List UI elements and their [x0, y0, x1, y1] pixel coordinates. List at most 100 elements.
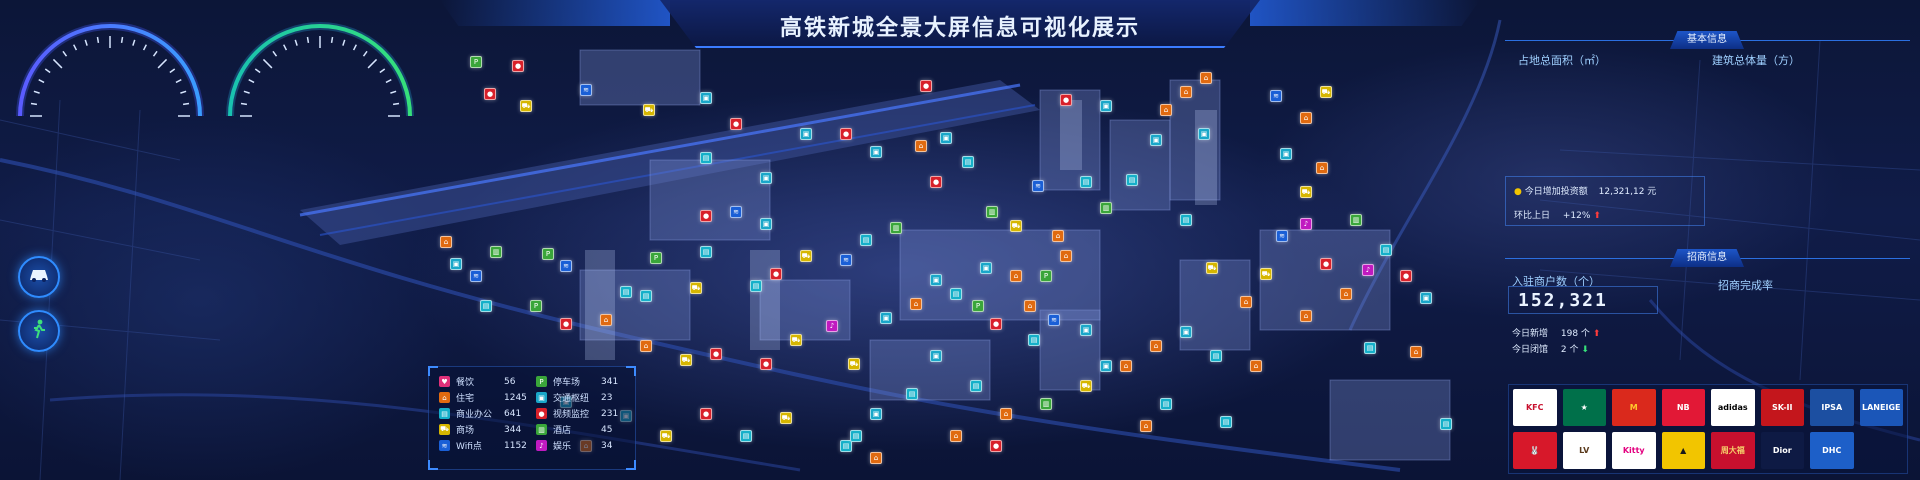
camera-map-marker[interactable]: ●: [930, 176, 942, 188]
mall-map-marker[interactable]: ⛟: [800, 250, 812, 262]
mall-map-marker[interactable]: ⛟: [1260, 268, 1272, 280]
house-map-marker[interactable]: ⌂: [600, 314, 612, 326]
transit-map-marker[interactable]: ▣: [880, 312, 892, 324]
camera-map-marker[interactable]: ●: [484, 88, 496, 100]
wifi-map-marker[interactable]: ≋: [1048, 314, 1060, 326]
wifi-map-marker[interactable]: ≋: [1276, 230, 1288, 242]
camera-map-marker[interactable]: ●: [920, 80, 932, 92]
office-map-marker[interactable]: ▤: [962, 156, 974, 168]
wifi-map-marker[interactable]: ≋: [1032, 180, 1044, 192]
office-map-marker[interactable]: ▤: [750, 280, 762, 292]
house-map-marker[interactable]: ⌂: [1160, 104, 1172, 116]
hotel-map-marker[interactable]: ▥: [986, 206, 998, 218]
music-map-marker[interactable]: ♪: [1362, 264, 1374, 276]
camera-map-marker[interactable]: ●: [990, 318, 1002, 330]
music-map-marker[interactable]: ♪: [1300, 218, 1312, 230]
transit-map-marker[interactable]: ▣: [450, 258, 462, 270]
parking-map-marker[interactable]: P: [530, 300, 542, 312]
camera-map-marker[interactable]: ●: [710, 348, 722, 360]
parking-map-marker[interactable]: P: [470, 56, 482, 68]
office-map-marker[interactable]: ▤: [906, 388, 918, 400]
house-map-marker[interactable]: ⌂: [1060, 250, 1072, 262]
mall-map-marker[interactable]: ⛟: [1320, 86, 1332, 98]
house-map-marker[interactable]: ⌂: [1240, 296, 1252, 308]
house-map-marker[interactable]: ⌂: [1150, 340, 1162, 352]
wifi-map-marker[interactable]: ≋: [840, 254, 852, 266]
office-map-marker[interactable]: ▤: [620, 286, 632, 298]
transit-map-marker[interactable]: ▣: [1198, 128, 1210, 140]
office-map-marker[interactable]: ▤: [1180, 214, 1192, 226]
office-map-marker[interactable]: ▤: [480, 300, 492, 312]
office-map-marker[interactable]: ▤: [1080, 176, 1092, 188]
office-map-marker[interactable]: ▤: [1210, 350, 1222, 362]
house-map-marker[interactable]: ⌂: [1300, 310, 1312, 322]
house-map-marker[interactable]: ⌂: [1052, 230, 1064, 242]
camera-map-marker[interactable]: ●: [1320, 258, 1332, 270]
camera-map-marker[interactable]: ●: [770, 268, 782, 280]
mall-map-marker[interactable]: ⛟: [660, 430, 672, 442]
office-map-marker[interactable]: ▤: [1220, 416, 1232, 428]
wifi-map-marker[interactable]: ≋: [1270, 90, 1282, 102]
office-map-marker[interactable]: ▤: [970, 380, 982, 392]
camera-map-marker[interactable]: ●: [512, 60, 524, 72]
house-map-marker[interactable]: ⌂: [1180, 86, 1192, 98]
transit-map-marker[interactable]: ▣: [930, 274, 942, 286]
office-map-marker[interactable]: ▤: [1364, 342, 1376, 354]
office-map-marker[interactable]: ▤: [740, 430, 752, 442]
transit-map-marker[interactable]: ▣: [930, 350, 942, 362]
house-map-marker[interactable]: ⌂: [440, 236, 452, 248]
transit-map-marker[interactable]: ▣: [940, 132, 952, 144]
parking-map-marker[interactable]: P: [650, 252, 662, 264]
transit-map-marker[interactable]: ▣: [870, 146, 882, 158]
transit-map-marker[interactable]: ▣: [1280, 148, 1292, 160]
mall-map-marker[interactable]: ⛟: [680, 354, 692, 366]
house-map-marker[interactable]: ⌂: [915, 140, 927, 152]
house-map-marker[interactable]: ⌂: [1410, 346, 1422, 358]
transit-map-marker[interactable]: ▣: [700, 92, 712, 104]
camera-map-marker[interactable]: ●: [730, 118, 742, 130]
transit-map-marker[interactable]: ▣: [1080, 324, 1092, 336]
house-map-marker[interactable]: ⌂: [1200, 72, 1212, 84]
office-map-marker[interactable]: ▤: [1126, 174, 1138, 186]
house-map-marker[interactable]: ⌂: [1300, 112, 1312, 124]
transit-map-marker[interactable]: ▣: [870, 408, 882, 420]
office-map-marker[interactable]: ▤: [860, 234, 872, 246]
mall-map-marker[interactable]: ⛟: [520, 100, 532, 112]
transit-map-marker[interactable]: ▣: [980, 262, 992, 274]
camera-map-marker[interactable]: ●: [700, 210, 712, 222]
house-map-marker[interactable]: ⌂: [1000, 408, 1012, 420]
mall-map-marker[interactable]: ⛟: [790, 334, 802, 346]
wifi-map-marker[interactable]: ≋: [560, 260, 572, 272]
office-map-marker[interactable]: ▤: [950, 288, 962, 300]
transit-map-marker[interactable]: ▣: [1420, 292, 1432, 304]
mall-map-marker[interactable]: ⛟: [1300, 186, 1312, 198]
office-map-marker[interactable]: ▤: [1380, 244, 1392, 256]
transit-map-marker[interactable]: ▣: [760, 172, 772, 184]
house-map-marker[interactable]: ⌂: [1316, 162, 1328, 174]
office-map-marker[interactable]: ▤: [700, 152, 712, 164]
transit-map-marker[interactable]: ▣: [800, 128, 812, 140]
transit-map-marker[interactable]: ▣: [1100, 100, 1112, 112]
transit-map-marker[interactable]: ▣: [1150, 134, 1162, 146]
hotel-map-marker[interactable]: ▥: [1350, 214, 1362, 226]
hotel-map-marker[interactable]: ▥: [890, 222, 902, 234]
mall-map-marker[interactable]: ⛟: [1206, 262, 1218, 274]
hotel-map-marker[interactable]: ▥: [1040, 398, 1052, 410]
hotel-map-marker[interactable]: ▥: [490, 246, 502, 258]
camera-map-marker[interactable]: ●: [760, 358, 772, 370]
office-map-marker[interactable]: ▤: [700, 246, 712, 258]
camera-map-marker[interactable]: ●: [1400, 270, 1412, 282]
camera-map-marker[interactable]: ●: [840, 128, 852, 140]
house-map-marker[interactable]: ⌂: [1010, 270, 1022, 282]
mall-map-marker[interactable]: ⛟: [1010, 220, 1022, 232]
house-map-marker[interactable]: ⌂: [1024, 300, 1036, 312]
mall-map-marker[interactable]: ⛟: [643, 104, 655, 116]
hotel-map-marker[interactable]: ▥: [1100, 202, 1112, 214]
office-map-marker[interactable]: ▤: [1028, 334, 1040, 346]
house-map-marker[interactable]: ⌂: [910, 298, 922, 310]
mall-map-marker[interactable]: ⛟: [690, 282, 702, 294]
wifi-map-marker[interactable]: ≋: [580, 84, 592, 96]
camera-map-marker[interactable]: ●: [560, 318, 572, 330]
camera-map-marker[interactable]: ●: [1060, 94, 1072, 106]
walk-button[interactable]: [18, 310, 60, 352]
